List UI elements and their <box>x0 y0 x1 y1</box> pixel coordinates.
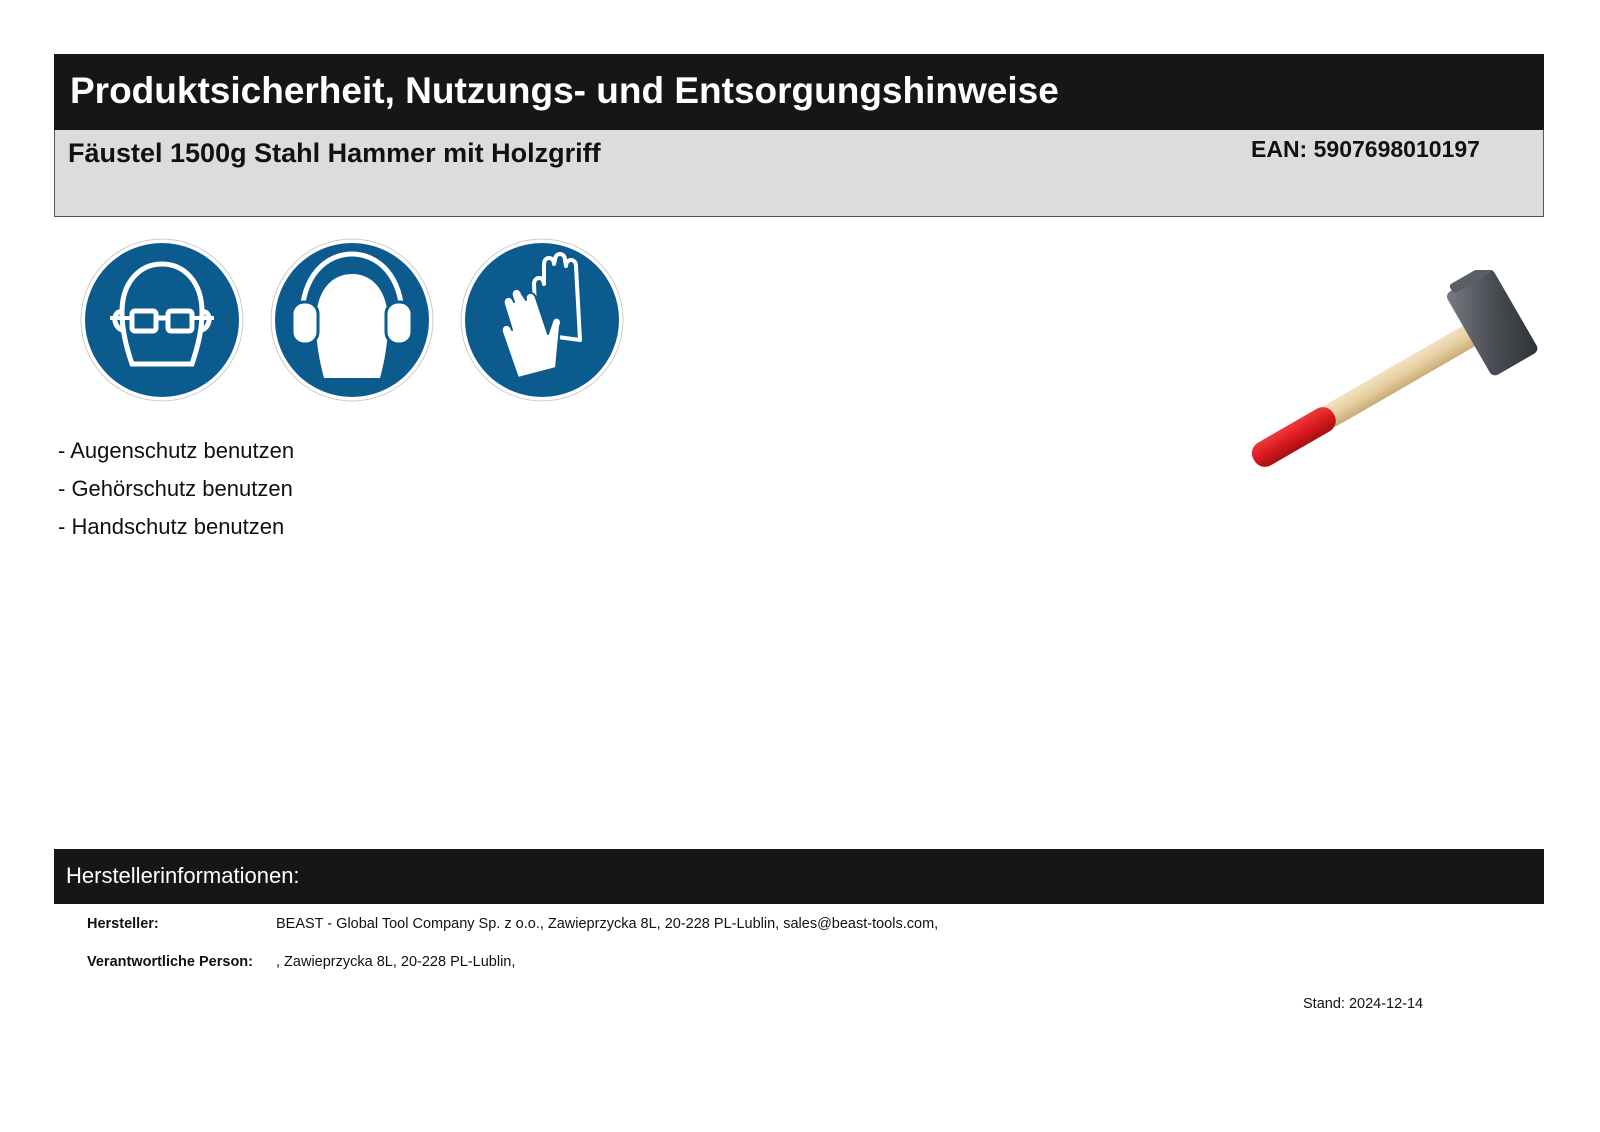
document-title-bar: Produktsicherheit, Nutzungs- und Entsorg… <box>54 54 1544 130</box>
instruction-hand-protection: - Handschutz benutzen <box>58 514 285 539</box>
ean-code: EAN: 5907698010197 <box>1251 136 1480 162</box>
instruction-hearing-protection: - Gehörschutz benutzen <box>58 476 293 501</box>
product-name: Fäustel 1500g Stahl Hammer mit Holzgriff <box>68 138 601 168</box>
responsible-person-label: Verantwortliche Person: <box>87 954 253 970</box>
manufacturer-section-title: Herstellerinformationen: <box>66 863 300 888</box>
document-title: Produktsicherheit, Nutzungs- und Entsorg… <box>70 70 1059 111</box>
safety-instructions-list: - Augenschutz benutzen - Gehörschutz ben… <box>58 436 294 550</box>
manufacturer-section-header: Herstellerinformationen: <box>54 849 1544 904</box>
hearing-protection-icon <box>270 238 434 402</box>
document-date: Stand: 2024-12-14 <box>1303 996 1424 1012</box>
manufacturer-label: Hersteller: <box>87 916 159 932</box>
responsible-person-value: , Zawieprzycka 8L, 20-228 PL-Lublin, <box>276 954 516 970</box>
manufacturer-value: BEAST - Global Tool Company Sp. z o.o., … <box>276 916 939 932</box>
product-header: Fäustel 1500g Stahl Hammer mit Holzgriff… <box>54 130 1544 217</box>
product-image <box>1240 264 1540 480</box>
eye-protection-icon <box>80 238 244 402</box>
instruction-eye-protection: - Augenschutz benutzen <box>58 438 295 463</box>
hand-protection-icon <box>460 238 624 402</box>
